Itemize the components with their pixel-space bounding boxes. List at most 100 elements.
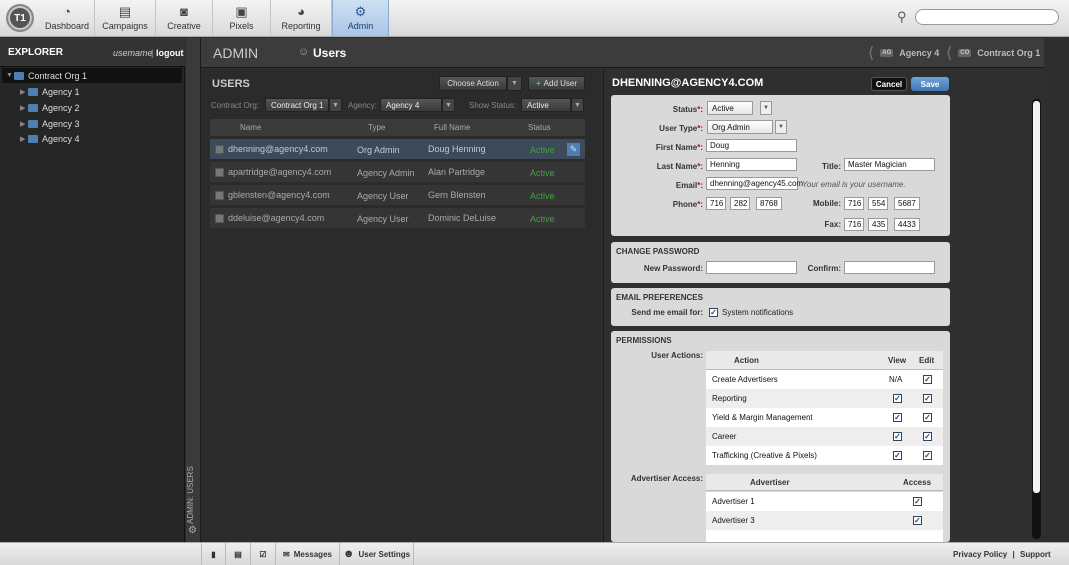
user-name: apartridge@agency4.com: [228, 167, 332, 177]
new-password-input[interactable]: [706, 261, 797, 274]
expand-arrow-icon[interactable]: ▶: [20, 135, 28, 143]
column-header-type[interactable]: Type: [368, 123, 385, 132]
nav-tab-pixels[interactable]: ▣ Pixels: [213, 0, 271, 36]
choose-action-select[interactable]: Choose Action: [439, 76, 507, 91]
tree-item-label: Agency 4: [42, 133, 80, 144]
app-logo[interactable]: T1: [6, 4, 34, 32]
mobile-area-input[interactable]: 716: [844, 197, 864, 210]
row-checkbox[interactable]: [215, 168, 224, 177]
permission-action-name: Yield & Margin Management: [712, 413, 813, 422]
expand-arrow-icon[interactable]: ▶: [20, 88, 28, 96]
agency-select[interactable]: Agency 4: [380, 98, 442, 112]
nav-tab-campaigns[interactable]: ▤ Campaigns: [95, 0, 156, 36]
support-link[interactable]: Support: [1020, 550, 1051, 559]
nav-tab-label: Creative: [167, 21, 201, 31]
status-select[interactable]: Active: [521, 98, 571, 112]
phone-line-input[interactable]: 8768: [756, 197, 782, 210]
user-status: Active: [530, 145, 555, 155]
search-input[interactable]: [915, 9, 1059, 25]
phone-area-input[interactable]: 716: [706, 197, 726, 210]
edit-pencil-icon[interactable]: ✎: [567, 143, 580, 156]
row-checkbox[interactable]: [215, 145, 224, 154]
nav-tab-reporting[interactable]: ◕ Reporting: [271, 0, 332, 36]
tree-item-contract-org[interactable]: ▼ Contract Org 1: [2, 68, 182, 83]
chevron-down-icon[interactable]: ▼: [507, 76, 522, 91]
tree-item-agency-2[interactable]: ▶ Agency 2: [2, 100, 182, 115]
chevron-down-icon[interactable]: ▼: [442, 98, 455, 112]
view-checkbox[interactable]: ✓: [893, 451, 902, 460]
nav-tab-admin[interactable]: ⚙ Admin: [332, 0, 389, 36]
org-badge-icon: CO: [958, 49, 972, 57]
table-row[interactable]: apartridge@agency4.com Agency Admin Alan…: [210, 162, 585, 183]
fax-line-input[interactable]: 4433: [894, 218, 920, 231]
cancel-button[interactable]: Cancel: [871, 77, 907, 91]
row-checkbox[interactable]: [215, 191, 224, 200]
privacy-policy-link[interactable]: Privacy Policy: [953, 550, 1007, 559]
save-button[interactable]: Save: [911, 77, 949, 91]
user-type-select[interactable]: Org Admin: [707, 120, 773, 134]
footer-list-button[interactable]: ▤: [226, 543, 251, 565]
edit-checkbox[interactable]: ✓: [923, 451, 932, 460]
add-user-button[interactable]: + Add User: [528, 76, 585, 91]
view-checkbox[interactable]: ✓: [893, 432, 902, 441]
expand-arrow-icon[interactable]: ▼: [6, 72, 14, 79]
users-title: USERS: [212, 78, 250, 90]
breadcrumb-agency[interactable]: ⟨ AG Agency 4: [868, 45, 939, 62]
tree-item-agency-1[interactable]: ▶ Agency 1: [2, 84, 182, 99]
expand-arrow-icon[interactable]: ▶: [20, 120, 28, 128]
tree-item-agency-3[interactable]: ▶ Agency 3: [2, 116, 182, 131]
access-checkbox[interactable]: ✓: [913, 516, 922, 525]
clipboard-icon: ☑: [259, 549, 267, 559]
chevron-down-icon[interactable]: ▼: [760, 101, 772, 115]
expand-arrow-icon[interactable]: ▶: [20, 104, 28, 112]
agency-value: Agency 4: [386, 100, 420, 110]
fax-prefix-input[interactable]: 435: [868, 218, 888, 231]
nav-tab-dashboard[interactable]: ◔ Dashboard: [40, 0, 95, 36]
access-checkbox[interactable]: ✓: [913, 497, 922, 506]
last-name-input[interactable]: Henning: [706, 158, 797, 171]
tree-item-agency-4[interactable]: ▶ Agency 4: [2, 131, 182, 146]
column-header-status[interactable]: Status: [528, 123, 551, 132]
view-checkbox[interactable]: ✓: [893, 394, 902, 403]
first-name-input[interactable]: Doug: [706, 139, 797, 152]
messages-button[interactable]: ✉ Messages: [276, 543, 340, 565]
table-row[interactable]: ddeluise@agency4.com Agency User Dominic…: [210, 208, 585, 229]
nav-tab-creative[interactable]: ◙ Creative: [156, 0, 213, 36]
footer-notes-button[interactable]: ▮: [201, 543, 226, 565]
username-link[interactable]: usemame: [113, 48, 153, 58]
table-row[interactable]: dhenning@agency4.com Org Admin Doug Henn…: [210, 139, 585, 160]
user-actions-label: User Actions:: [651, 351, 703, 360]
confirm-password-input[interactable]: [844, 261, 935, 274]
chevron-down-icon[interactable]: ▼: [571, 98, 584, 112]
table-row[interactable]: gblensten@agency4.com Agency User Gern B…: [210, 185, 585, 206]
chevron-down-icon[interactable]: ▼: [329, 98, 342, 112]
email-input[interactable]: dhenning@agency45.com: [706, 177, 803, 190]
gear-icon[interactable]: ⚙: [188, 525, 197, 536]
mobile-prefix-input[interactable]: 554: [868, 197, 888, 210]
column-header-name[interactable]: Name: [240, 123, 261, 132]
contract-org-select[interactable]: Contract Org 1: [265, 98, 329, 112]
chevron-down-icon[interactable]: ▼: [775, 120, 787, 134]
view-checkbox[interactable]: ✓: [893, 413, 902, 422]
edit-checkbox[interactable]: ✓: [923, 413, 932, 422]
row-checkbox[interactable]: [215, 214, 224, 223]
edit-checkbox[interactable]: ✓: [923, 375, 932, 384]
edit-checkbox[interactable]: ✓: [923, 432, 932, 441]
title-input[interactable]: Master Magician: [844, 158, 935, 171]
fax-area-input[interactable]: 716: [844, 218, 864, 231]
edit-checkbox[interactable]: ✓: [923, 394, 932, 403]
side-strip-label: ADMIN: USERS: [186, 466, 195, 524]
system-notifications-checkbox[interactable]: ✓: [709, 308, 718, 317]
contract-org-filter-label: Contract Org:: [211, 101, 260, 110]
search-icon[interactable]: ⚲: [897, 9, 913, 25]
status-select[interactable]: Active: [707, 101, 753, 115]
nav-tab-label: Dashboard: [44, 21, 90, 31]
mobile-line-input[interactable]: 5687: [894, 197, 920, 210]
column-header-full-name[interactable]: Full Name: [434, 123, 470, 132]
footer-clipboard-button[interactable]: ☑: [251, 543, 276, 565]
phone-prefix-input[interactable]: 282: [730, 197, 750, 210]
scrollbar-thumb[interactable]: [1033, 101, 1040, 493]
breadcrumb-contract-org[interactable]: ⟨ CO Contract Org 1: [946, 45, 1040, 62]
logout-link[interactable]: logout: [156, 48, 184, 58]
user-settings-button[interactable]: ☻ User Settings: [340, 543, 414, 565]
